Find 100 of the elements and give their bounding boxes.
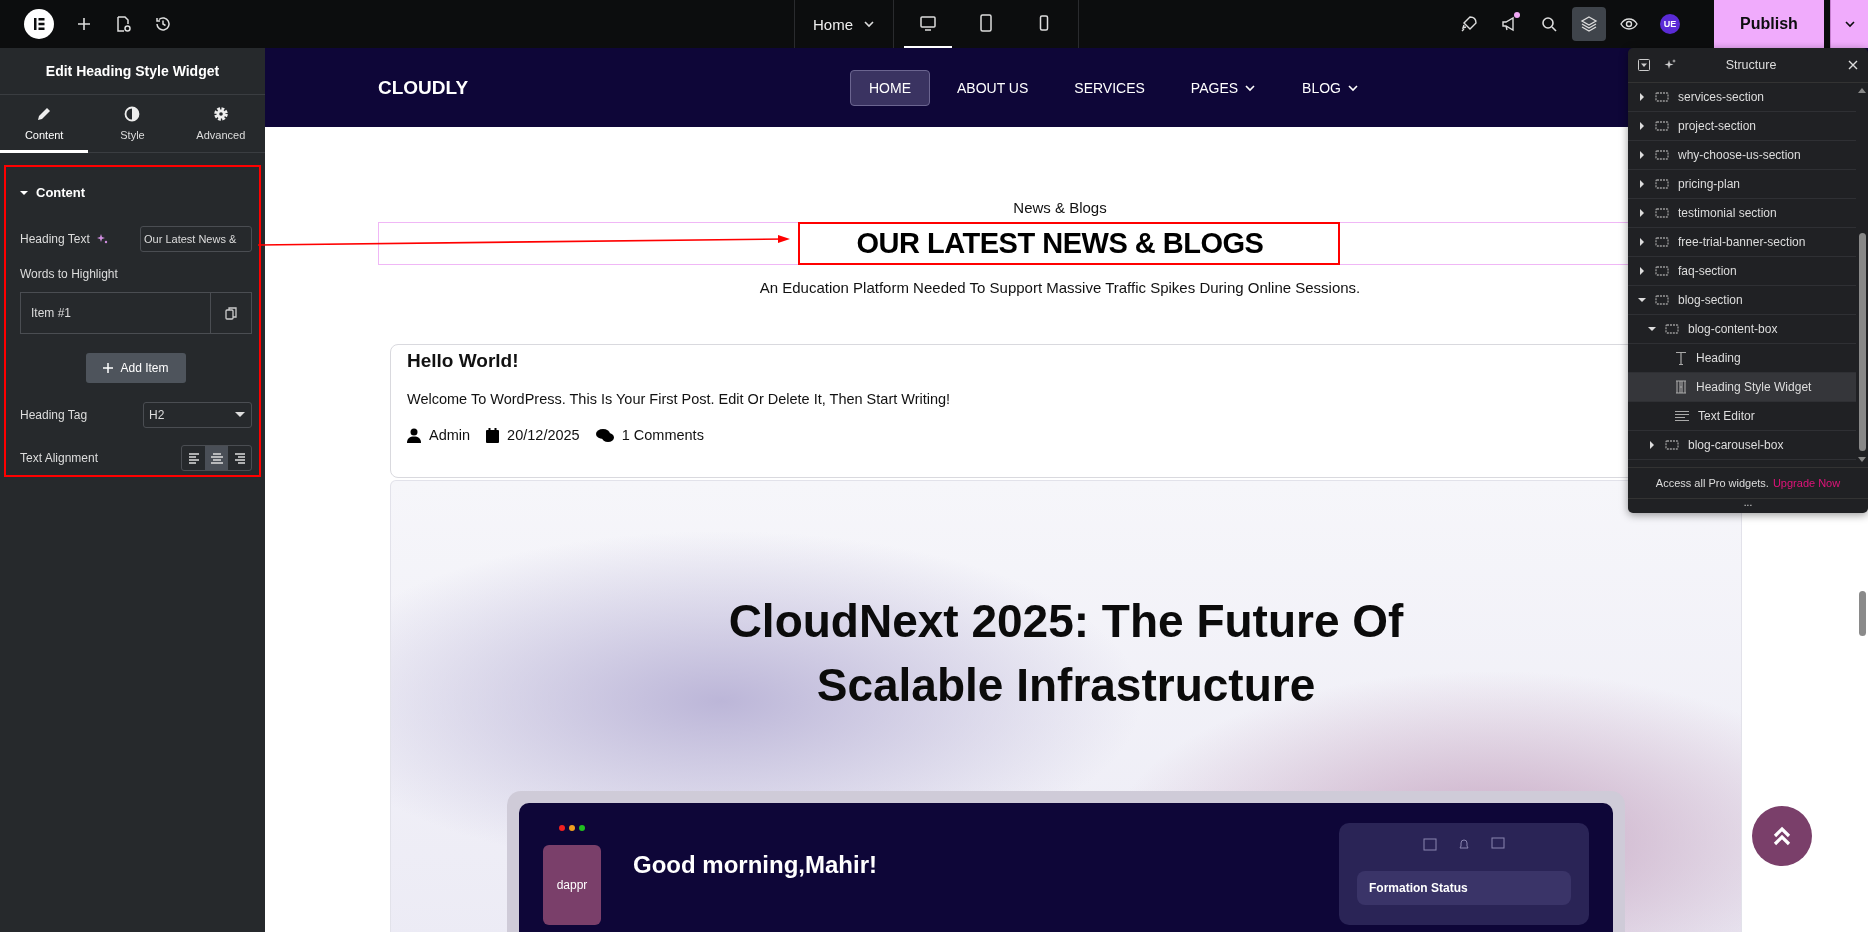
container-icon xyxy=(1655,237,1669,247)
site-logo[interactable]: CLOUDLY xyxy=(378,76,850,99)
caret-right-icon[interactable] xyxy=(1638,238,1646,246)
structure-item[interactable]: testimonial section xyxy=(1628,199,1856,228)
repeater-item[interactable]: Item #1 xyxy=(20,292,252,334)
history-icon[interactable] xyxy=(154,15,172,33)
post-date: 20/12/2025 xyxy=(507,427,580,443)
collapse-icon[interactable] xyxy=(1638,59,1650,71)
caret-right-icon[interactable] xyxy=(1648,441,1656,449)
chevron-down-icon xyxy=(863,18,875,30)
structure-item-label: Heading xyxy=(1696,351,1741,365)
caret-icon xyxy=(20,188,28,197)
close-icon[interactable] xyxy=(1848,60,1858,70)
structure-item-label: testimonial section xyxy=(1678,206,1777,220)
structure-item[interactable]: pricing-plan xyxy=(1628,170,1856,199)
repeater-item-title: Item #1 xyxy=(30,305,73,322)
caret-down-icon[interactable] xyxy=(1648,325,1656,333)
control-label: Heading Tag xyxy=(20,408,88,422)
container-icon xyxy=(1655,121,1669,131)
duplicate-icon[interactable] xyxy=(225,306,237,320)
plus-icon xyxy=(103,363,114,373)
container-icon xyxy=(1655,179,1669,189)
structure-item-label: project-section xyxy=(1678,119,1757,133)
scrollbar-thumb[interactable] xyxy=(1859,591,1866,636)
caret-icon xyxy=(235,412,245,418)
section-toggle[interactable]: Content xyxy=(6,167,100,218)
structure-item[interactable]: project-section xyxy=(1628,112,1856,141)
structure-item-label: Heading Style Widget xyxy=(1696,380,1812,394)
structure-item[interactable]: blog-carousel-box xyxy=(1628,431,1856,460)
post-comments[interactable]: 1 Comments xyxy=(621,427,704,443)
nav-link[interactable]: HOME xyxy=(850,69,930,106)
publish-button[interactable]: Publish xyxy=(1714,0,1824,48)
structure-item[interactable]: free-trial-banner-section xyxy=(1628,228,1856,257)
app-logo: dappr xyxy=(543,845,601,925)
structure-item[interactable]: Text Editor xyxy=(1628,402,1856,431)
caret-down-icon[interactable] xyxy=(1638,296,1646,304)
app-card-title: Formation Status xyxy=(1357,871,1571,905)
desktop-icon xyxy=(918,13,938,33)
post-title[interactable]: Hello World! xyxy=(407,350,519,372)
container-icon xyxy=(1655,266,1669,276)
upgrade-link[interactable]: Upgrade Now xyxy=(1772,477,1841,489)
structure-item[interactable]: blog-section xyxy=(1628,286,1856,315)
structure-title: Structure xyxy=(1724,58,1778,72)
resize-handle[interactable]: ... xyxy=(1628,498,1868,513)
structure-item[interactable]: blog-content-box xyxy=(1628,315,1856,344)
container-icon xyxy=(1665,324,1679,334)
post-excerpt: Welcome To WordPress. This Is Your First Post. Edit Or Delete It, Then Start Writing! xyxy=(407,391,951,407)
heading-text-field[interactable]: Our Latest News & xyxy=(140,226,252,252)
structure-item[interactable]: faq-section xyxy=(1628,257,1856,286)
container-icon xyxy=(1665,440,1679,450)
nav-link[interactable]: SERVICES xyxy=(1055,69,1164,106)
scroll-to-top-button[interactable] xyxy=(1752,806,1812,866)
structure-item-label: free-trial-banner-section xyxy=(1678,235,1806,249)
scrollbar[interactable] xyxy=(1856,83,1868,467)
container-icon xyxy=(1655,92,1669,102)
nav-link[interactable]: BLOG xyxy=(1283,69,1378,106)
structure-item[interactable]: why-choose-us-section xyxy=(1628,141,1856,170)
caret-right-icon[interactable] xyxy=(1638,209,1646,217)
structure-item-label: blog-section xyxy=(1678,293,1743,307)
caret-right-icon[interactable] xyxy=(1638,151,1646,159)
text-lines-icon xyxy=(1675,410,1689,422)
panel-tab[interactable]: Style xyxy=(88,95,177,153)
heading-style-icon xyxy=(1675,380,1687,394)
structure-item-label: pricing-plan xyxy=(1678,177,1741,191)
caret-right-icon[interactable] xyxy=(1638,122,1646,130)
bell-icon xyxy=(1457,837,1471,851)
heading-tag-select[interactable]: H2 xyxy=(143,402,252,428)
scroll-up-arrow-icon[interactable] xyxy=(1858,87,1866,93)
page-settings-icon[interactable] xyxy=(114,15,132,33)
promo-text: Access all Pro widgets. xyxy=(1655,477,1769,489)
add-item-button[interactable]: Add Item xyxy=(86,353,186,383)
search-icon xyxy=(1540,15,1558,33)
control-label: Text Alignment xyxy=(20,451,99,465)
section-eyebrow: News & Blogs xyxy=(1013,199,1107,216)
nav-link[interactable]: PAGES xyxy=(1171,69,1276,106)
structure-button[interactable] xyxy=(1572,7,1606,41)
scroll-down-arrow-icon[interactable] xyxy=(1858,457,1866,463)
plus-icon[interactable] xyxy=(76,16,92,32)
gear-icon xyxy=(211,104,230,123)
control-label: Heading Text xyxy=(20,232,90,246)
container-icon xyxy=(1655,208,1669,218)
eye-icon xyxy=(1620,15,1638,33)
align-center-button[interactable] xyxy=(205,446,228,470)
panel-tab[interactable]: Advanced xyxy=(176,95,265,153)
heading-widget-icon xyxy=(1675,351,1687,365)
post-author[interactable]: Admin xyxy=(429,427,471,443)
comments-icon xyxy=(595,427,614,443)
caret-right-icon[interactable] xyxy=(1638,180,1646,188)
chevron-down-icon xyxy=(1843,18,1856,30)
structure-item-label: faq-section xyxy=(1678,264,1737,278)
nav-link[interactable]: ABOUT US xyxy=(938,69,1048,106)
structure-item[interactable]: services-section xyxy=(1628,83,1856,112)
user-avatar[interactable]: UE xyxy=(1660,14,1680,34)
caret-right-icon[interactable] xyxy=(1638,267,1646,275)
structure-item-label: services-section xyxy=(1678,90,1765,104)
structure-item[interactable]: Heading Style Widget xyxy=(1628,373,1856,402)
caret-right-icon[interactable] xyxy=(1638,93,1646,101)
app-greeting: Good morning,Mahir! xyxy=(633,851,878,880)
panel-tab[interactable]: Content xyxy=(0,95,89,153)
container-icon xyxy=(1655,295,1669,305)
